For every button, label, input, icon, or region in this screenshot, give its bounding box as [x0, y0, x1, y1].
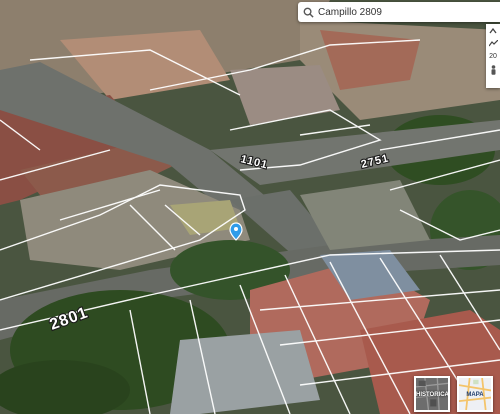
layer-historica-label: HISTORICA [416, 392, 449, 398]
search-input[interactable] [318, 6, 468, 18]
map-controls: 20 [486, 24, 500, 88]
layer-historica-button[interactable]: HISTORICA [414, 376, 450, 412]
search-bar[interactable] [298, 2, 500, 22]
layer-mapa-label: MAPA [466, 392, 484, 398]
zoom-level: 20 [489, 53, 497, 60]
search-icon[interactable] [298, 2, 318, 22]
chevron-up-icon[interactable] [486, 24, 500, 37]
layer-mapa-button[interactable]: MAPA [457, 376, 493, 412]
person-icon[interactable] [486, 63, 500, 76]
aerial-map[interactable]: 2801 1101 2751 [0, 0, 500, 414]
tilt-icon[interactable] [486, 37, 500, 50]
